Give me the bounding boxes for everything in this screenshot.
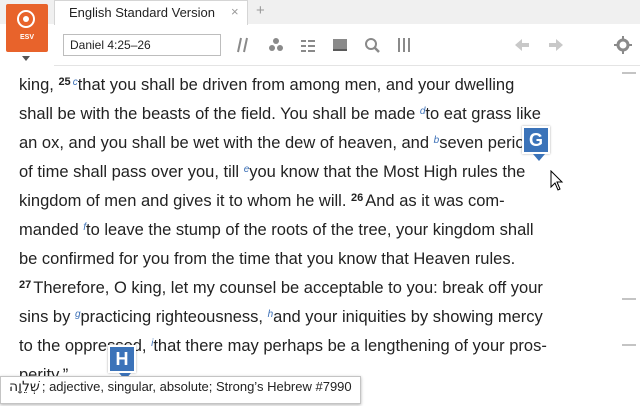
verse-text: practicing righteousness,: [80, 308, 268, 326]
verse-text: And as it was com-: [365, 192, 505, 210]
esv-logo[interactable]: ESV: [6, 4, 48, 52]
verse-line: sins by gpracticing righteousness, hand …: [19, 306, 543, 331]
new-tab-button[interactable]: +: [256, 2, 265, 19]
verse-line: shall be with the beasts of the field. Y…: [19, 103, 541, 128]
cross-reference-link[interactable]: d: [420, 106, 426, 117]
verse-number: 25: [58, 76, 71, 88]
cross-reference-link[interactable]: g: [75, 309, 81, 320]
verse-text: an ox, and you shall be wet with the dew…: [19, 134, 434, 152]
back-arrow-icon[interactable]: [514, 36, 530, 54]
greek-badge-pointer: [533, 154, 545, 161]
verse-line: manded fto leave the stump of the roots …: [19, 219, 534, 244]
verse-text: manded: [19, 221, 84, 239]
verse-text: you know that the Most High rules the: [249, 163, 526, 181]
gear-icon[interactable]: [614, 36, 632, 54]
mouse-cursor-icon: [550, 169, 564, 197]
search-icon[interactable]: [364, 36, 380, 54]
verse-text: Therefore, O king, let my counsel be acc…: [33, 279, 543, 297]
verse-text: of time shall pass over you, till: [19, 163, 244, 181]
reference-input[interactable]: Daniel 4:25–26: [63, 34, 221, 56]
verse-line: of time shall pass over you, till eyou k…: [19, 161, 525, 186]
cross-reference-link[interactable]: b: [434, 135, 440, 146]
verse-line: an ox, and you shall be wet with the dew…: [19, 132, 542, 157]
outline-icon[interactable]: [300, 36, 316, 54]
verse-text: to leave the stump of the roots of the t…: [86, 221, 534, 239]
cross-reference-link[interactable]: e: [244, 164, 250, 175]
cross-reference-link[interactable]: c: [73, 77, 78, 88]
lexicon-description: ; adjective, singular, absolute; Strong’…: [41, 379, 352, 394]
hebrew-word: שְׁלֵוָה: [9, 379, 40, 395]
verse-number: 26: [351, 192, 364, 204]
verse-text: be confirmed for you from the time that …: [19, 250, 516, 268]
tab-close-icon[interactable]: ×: [231, 4, 239, 19]
cross-reference-link[interactable]: i: [151, 338, 153, 349]
logo-circle-icon: [17, 10, 35, 28]
greek-lookup-badge[interactable]: G: [522, 126, 550, 154]
tab-title: English Standard Version: [69, 5, 215, 20]
verse-text: shall be with the beasts of the field. Y…: [19, 105, 420, 123]
verse-line: be confirmed for you from the time that …: [19, 248, 515, 270]
verse-text: that you shall be driven from among men,…: [77, 76, 515, 94]
verse-text: sins by: [19, 308, 75, 326]
verse-text: king,: [19, 76, 59, 94]
hebrew-lookup-badge[interactable]: H: [108, 345, 136, 373]
verse-text: kingdom of men and gives it to whom he w…: [19, 192, 351, 210]
cross-reference-link[interactable]: h: [268, 309, 274, 320]
scroll-marker[interactable]: [622, 344, 636, 346]
scroll-thumb[interactable]: [622, 298, 636, 300]
verse-line: kingdom of men and gives it to whom he w…: [19, 190, 505, 214]
logo-label: ESV: [19, 34, 34, 41]
bible-text: king, 25 cthat you shall be driven from a…: [0, 66, 616, 406]
verse-text: that there may perhaps be a lengthening …: [153, 337, 547, 355]
verse-text: to eat grass like: [425, 105, 541, 123]
layout-icon[interactable]: [332, 36, 348, 54]
scroll-marker[interactable]: [622, 72, 636, 74]
cross-reference-link[interactable]: f: [83, 222, 86, 233]
lexicon-tooltip: שְׁלֵוָה; adjective, singular, absolute;…: [0, 376, 361, 404]
parallel-icon[interactable]: [236, 36, 252, 54]
tab-esv[interactable]: English Standard Version ×: [54, 0, 248, 25]
verse-text: and your iniquities by showing mercy: [273, 308, 543, 326]
columns-icon[interactable]: [396, 36, 412, 54]
logo-dropdown-caret-icon[interactable]: [22, 56, 30, 61]
verse-line: king, 25 cthat you shall be driven from a…: [19, 74, 514, 99]
toolbar: Daniel 4:25–26: [54, 25, 640, 66]
verse-number: 27: [19, 279, 32, 291]
cluster-icon[interactable]: [268, 36, 284, 54]
verse-line: to the oppressed, ithat there may perhap…: [19, 335, 547, 360]
forward-arrow-icon[interactable]: [548, 36, 564, 54]
verse-line: 27 Therefore, O king, let my counsel be a…: [19, 277, 543, 301]
